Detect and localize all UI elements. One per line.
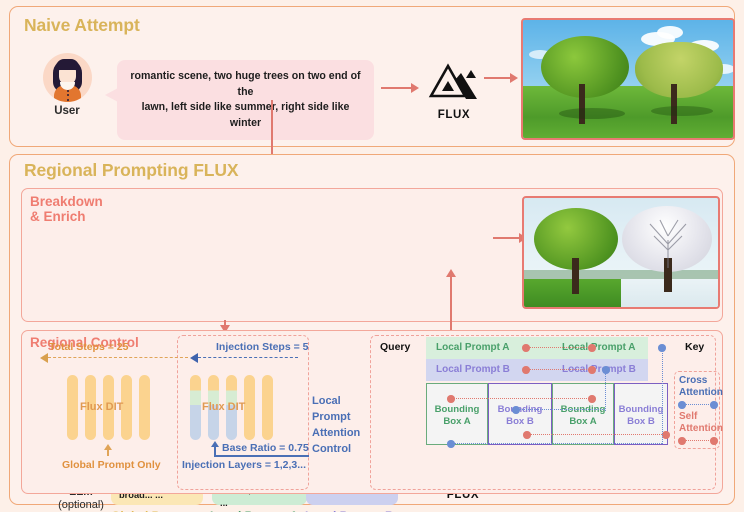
attn-dot-red [522,366,530,374]
attn-dot-blue [658,344,666,352]
arrow-flux-to-image [484,77,512,79]
user-avatar-icon [42,53,92,102]
arrow-flux-to-image [493,237,521,239]
legend-line-blue [683,404,713,405]
regional-prompting-flux-panel: Regional Prompting FLUX Breakdown & Enri… [9,154,735,512]
legend-self-attention: Self Attention [679,411,723,434]
arrow-stem [107,449,109,456]
bounding-box-b-left: Bounding Box B [488,383,552,445]
local-prompt-attention-control-label: Local Prompt Attention Control [312,395,361,455]
attn-line-blue-vertical [605,371,606,411]
user-label: User [54,105,80,117]
legend-cross-attention: Cross Attention [679,375,723,398]
naive-attempt-title: Naive Attempt [24,15,140,35]
arrow-head-up [446,269,456,277]
attn-line-red [454,398,591,399]
injection-layers-label: Injection Layers = 1,2,3... [182,459,307,471]
flux-dit-label-left: Flux DIT [80,401,124,413]
attn-line-blue-vertical [662,349,663,444]
breakdown-enrich-panel: Breakdown & Enrich LLM (optional) romant… [21,188,723,512]
arrow-head-left [40,353,48,363]
breakdown-enrich-title: Breakdown & Enrich [30,194,103,224]
legend-dot-blue [678,401,686,409]
band-label-b-left: Local Prompt B [436,364,510,375]
naive-output-image [521,18,735,140]
naive-attempt-panel: Naive Attempt User romantic scene, two h… [9,6,735,147]
total-steps-label: Total Steps = 25 [49,341,129,353]
injection-steps-arrow [198,357,298,358]
attn-dot-red [588,395,596,403]
bounding-box-b-right: Bounding Box B [614,383,668,445]
arrow-head-right [510,73,518,83]
arrow-head-left [190,353,198,363]
flux-triangle-logo [428,63,477,99]
user-block: User [36,53,98,118]
legend-line-red [683,440,713,441]
rpf-output-image [522,196,720,309]
query-label: Query [380,341,411,353]
naive-prompt-line1: romantic scene, two huge trees on two en… [130,70,361,98]
attn-line-red [529,347,591,348]
attn-line-red [529,369,591,370]
regional-control-panel: Regional Control Total Steps = 25 Inject… [21,330,723,494]
flux-dit-label-right: Flux DIT [202,401,246,413]
arrow-head-right [411,83,419,93]
flux-label: FLUX [437,109,471,121]
arrow-stem [214,455,309,457]
attn-line-blue [519,409,605,410]
naive-prompt-line2: lawn, left side like summer, right side … [141,101,350,129]
total-steps-arrow [48,357,188,358]
flux-model-naive: FLUX [423,63,485,121]
figure-root: Naive Attempt User romantic scene, two h… [0,0,744,512]
attn-dot-red [523,431,531,439]
legend-dot-blue [710,401,718,409]
naive-prompt-bubble: romantic scene, two huge trees on two en… [105,60,374,140]
legend-dot-red [710,437,718,445]
attn-line-red [530,434,668,435]
attn-dot-blue [512,406,520,414]
arrow-prompt-to-flux [381,87,413,89]
injection-steps-label: Injection Steps = 5 [216,341,309,353]
attn-dot-red [522,344,530,352]
attn-dot-blue [447,440,455,448]
attn-dot-red [588,344,596,352]
attn-dot-red [662,431,670,439]
bounding-box-a-left: Bounding Box A [426,383,488,445]
key-label: Key [685,341,705,353]
arrow-up-to-flux [450,275,452,333]
global-prompt-only-label: Global Prompt Only [62,459,161,471]
band-label-a-left: Local Prompt A [436,342,510,353]
base-ratio-label: Base Ratio = 0.75 [222,442,309,454]
regional-prompting-flux-title: Regional Prompting FLUX [24,160,239,180]
attn-dot-red [447,395,455,403]
llm-sublabel: (optional) [58,499,104,511]
legend-dot-red [678,437,686,445]
attn-dot-red [588,366,596,374]
attn-line-blue [454,443,662,444]
